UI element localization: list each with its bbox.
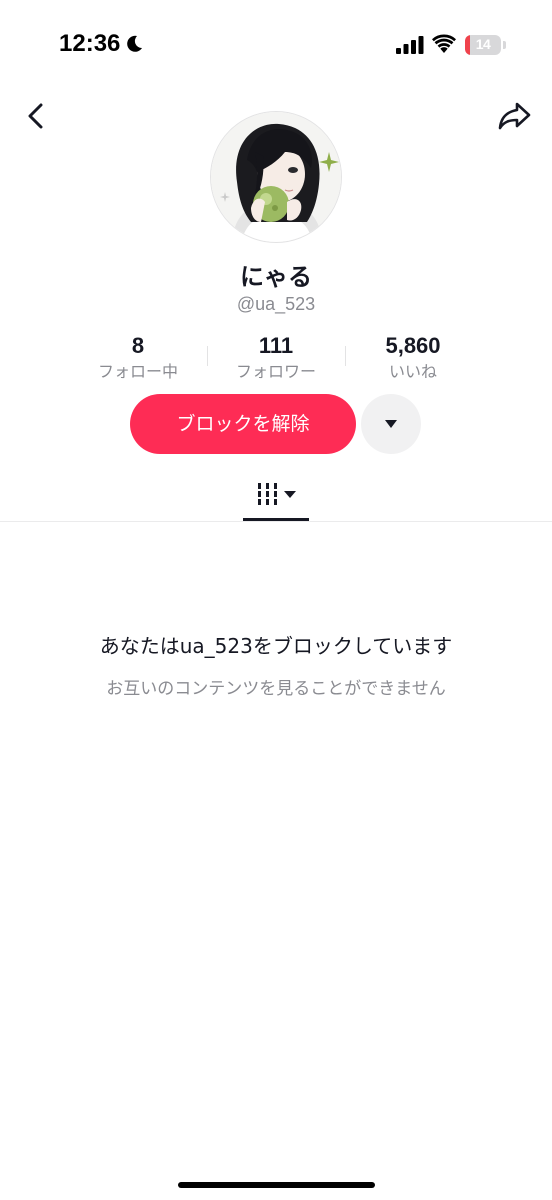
stat-following[interactable]: 8 フォロー中 (68, 333, 208, 383)
tab-caret-icon (284, 491, 296, 498)
back-button[interactable] (20, 98, 52, 134)
stat-likes-value: 5,860 (385, 333, 441, 358)
moon-icon (127, 35, 142, 52)
display-name: にゃる (240, 263, 312, 291)
stat-followers-value: 111 (258, 333, 294, 358)
unblock-button[interactable]: ブロックを解除 (130, 394, 356, 454)
caret-down-icon (385, 420, 397, 428)
avatar (210, 111, 342, 243)
share-button[interactable] (497, 98, 533, 134)
stat-likes[interactable]: 5,860 いいね (343, 333, 483, 383)
signal-icon (396, 36, 424, 54)
stat-followers[interactable]: 111 フォロワー (206, 333, 346, 383)
tab-divider (0, 521, 552, 522)
battery-level: 14 (475, 36, 491, 52)
home-indicator[interactable] (178, 1182, 375, 1188)
stat-followers-label: フォロワー (235, 362, 316, 381)
stat-following-label: フォロー中 (97, 362, 178, 381)
wifi-icon (432, 34, 456, 53)
tab-videos[interactable] (243, 478, 309, 522)
status-time: 12:36 (59, 30, 121, 57)
blocked-subtitle: お互いのコンテンツを見ることができません (106, 679, 446, 699)
blocked-title: あなたはua_523をブロックしています (99, 634, 453, 658)
username: @ua_523 (236, 294, 316, 314)
battery-icon: 14 (465, 35, 501, 55)
stat-following-value: 8 (131, 333, 145, 358)
battery-cap (503, 41, 506, 49)
more-options-button[interactable] (361, 394, 421, 454)
status-bar: 12:36 14 (0, 0, 552, 90)
video-grid-icon (258, 483, 277, 505)
stat-likes-label: いいね (388, 362, 437, 381)
